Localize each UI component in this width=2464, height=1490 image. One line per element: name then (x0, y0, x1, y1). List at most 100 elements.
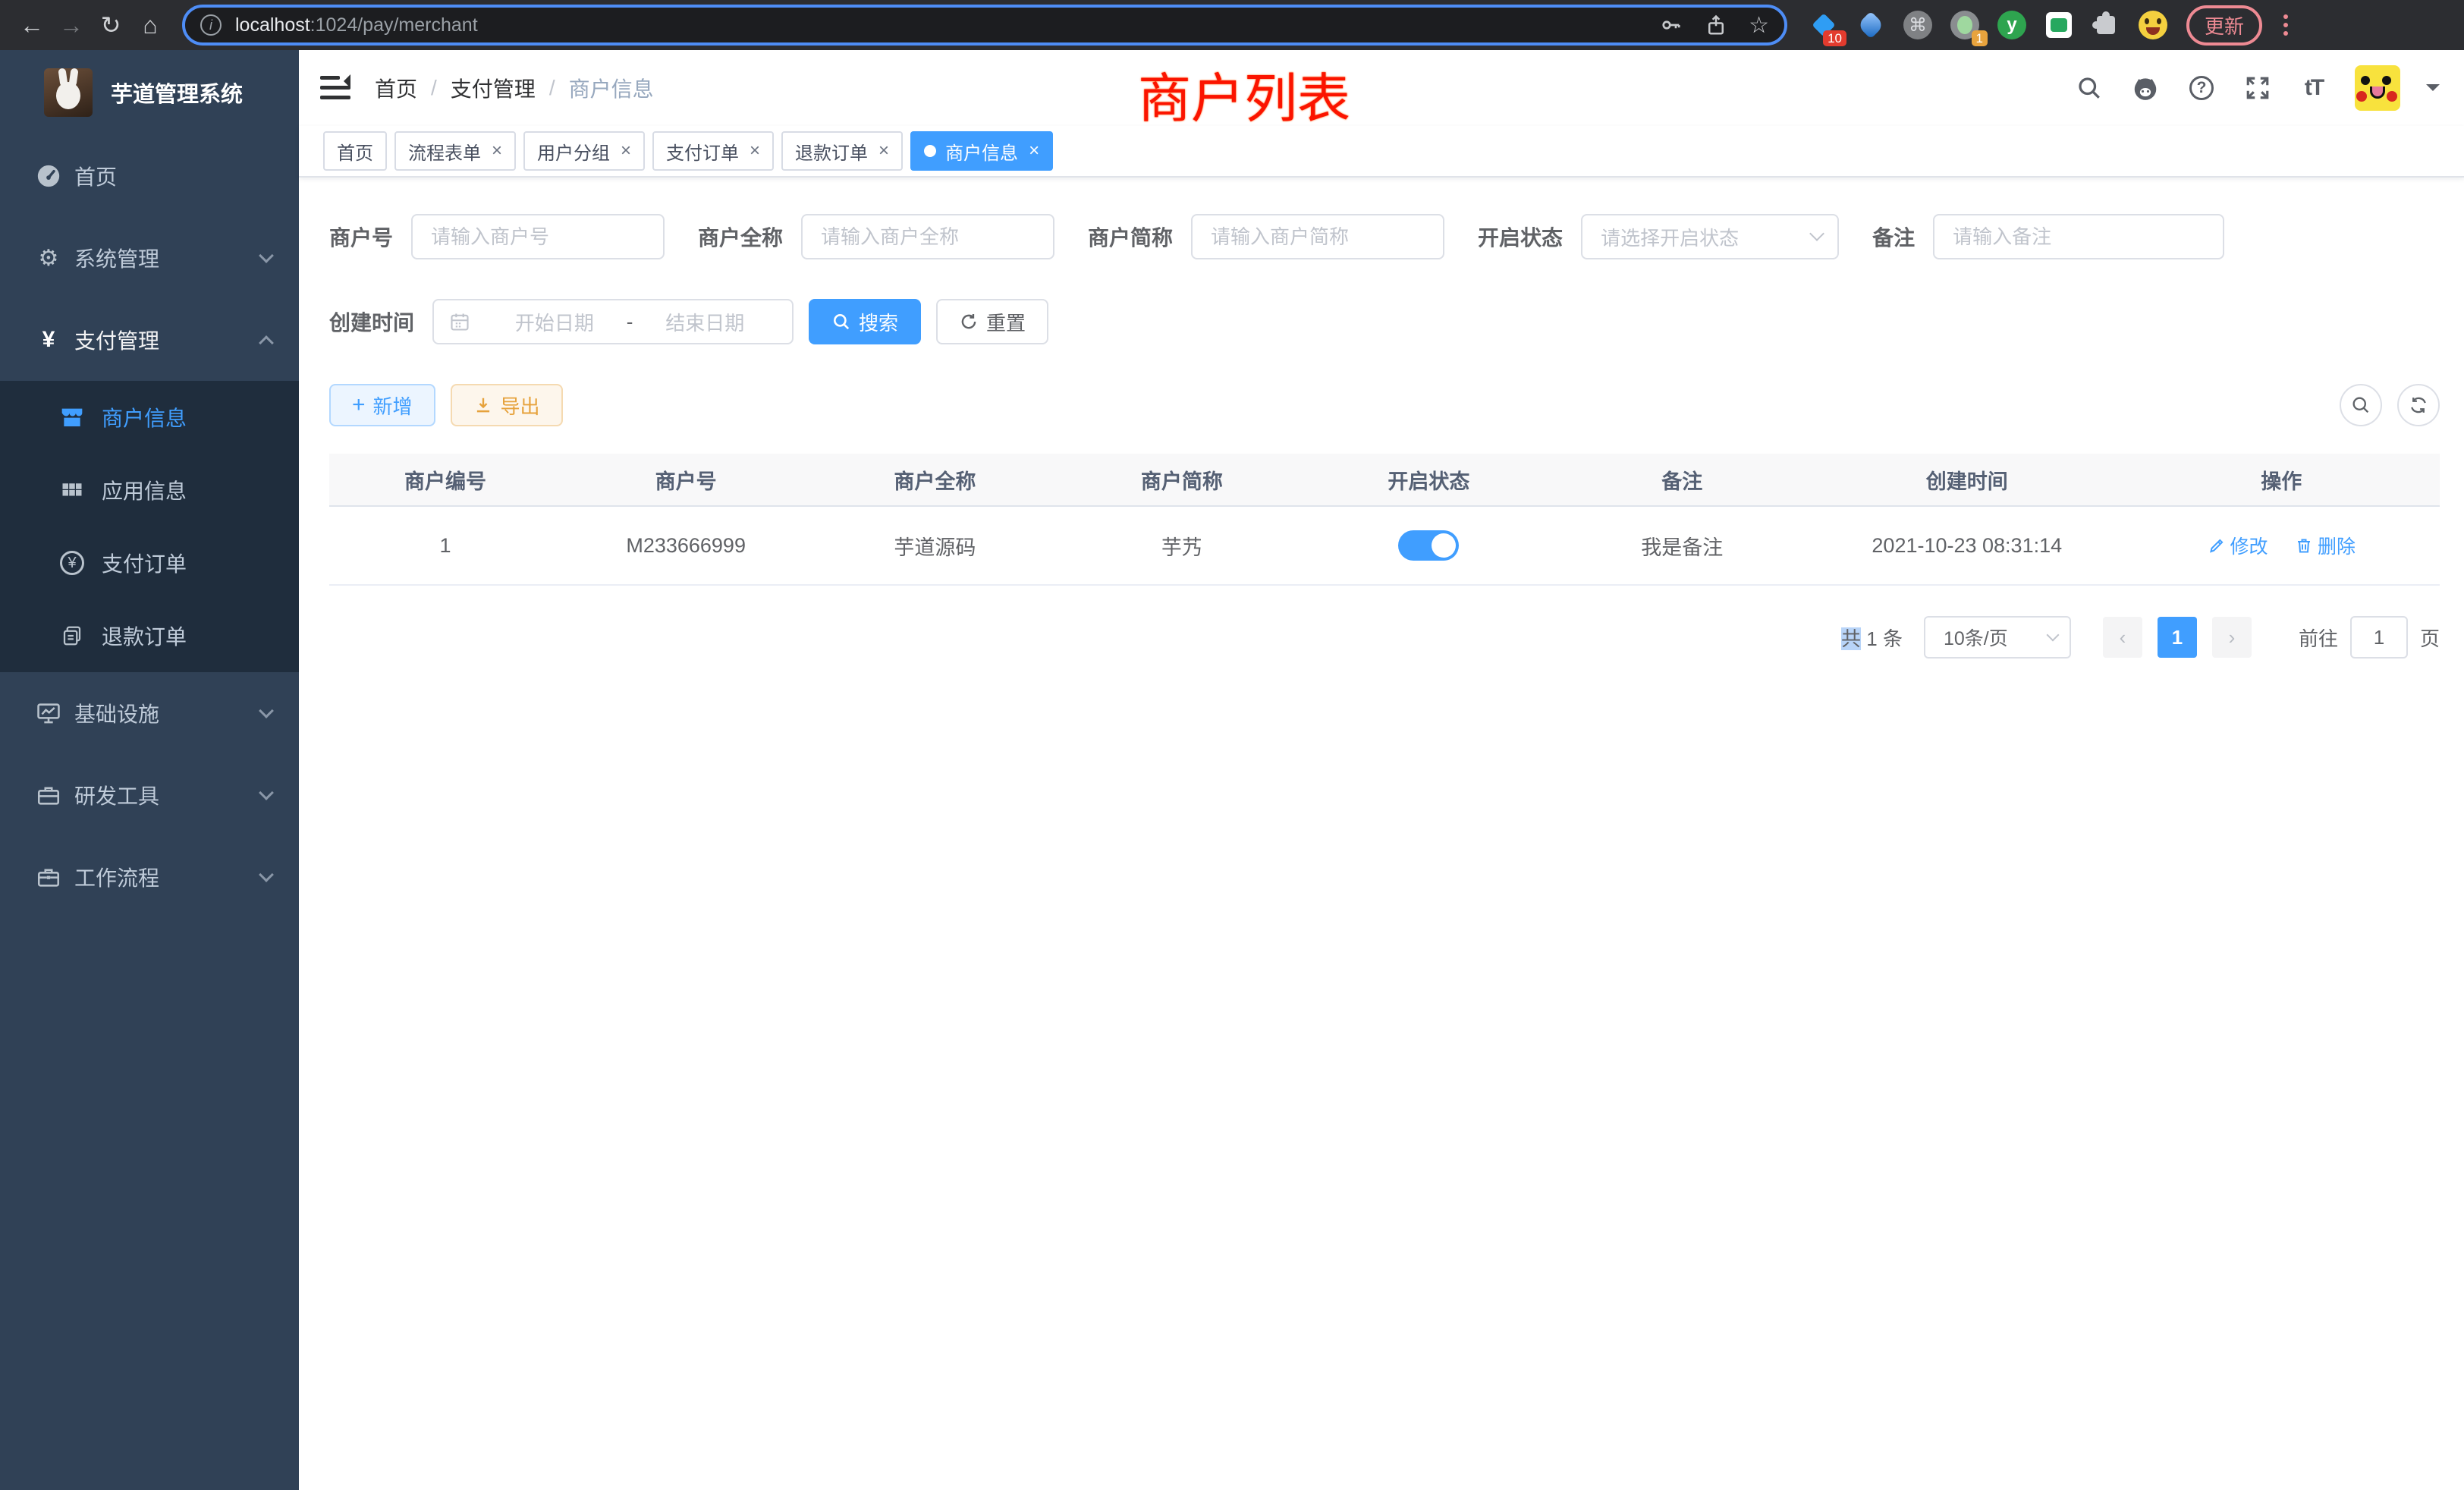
extension-blob-icon[interactable]: 1 (1950, 10, 1980, 40)
create-time-range-picker[interactable]: 开始日期 - 结束日期 (432, 299, 794, 344)
help-icon[interactable]: ? (2186, 73, 2217, 103)
edit-link[interactable]: 修改 (2208, 532, 2268, 559)
tab-home[interactable]: 首页 (323, 131, 387, 171)
user-avatar[interactable] (2355, 65, 2400, 111)
total-suffix: 条 (1883, 627, 1903, 650)
search-icon (2350, 395, 2371, 416)
next-page-button[interactable]: › (2212, 617, 2252, 658)
full-name-input[interactable] (801, 214, 1054, 259)
password-key-icon[interactable] (1659, 13, 1683, 37)
chevron-down-icon (259, 867, 274, 882)
sidebar-item-home[interactable]: 首页 (0, 135, 299, 217)
sidebar-item-merchant-info[interactable]: 商户信息 (0, 381, 299, 454)
reload-icon[interactable]: ↻ (91, 5, 130, 45)
status-toggle-on[interactable] (1398, 530, 1459, 561)
button-label: 重置 (986, 308, 1026, 336)
column-header: 商户简称 (1060, 465, 1305, 495)
sidebar-item-pay[interactable]: ¥ 支付管理 (0, 299, 299, 381)
sidebar-item-label: 商户信息 (102, 402, 187, 432)
close-icon[interactable]: × (621, 140, 631, 162)
profile-avatar-icon[interactable] (2138, 10, 2168, 40)
close-icon[interactable]: × (750, 140, 760, 162)
merchant-no-input[interactable] (411, 214, 665, 259)
short-name-input[interactable] (1191, 214, 1444, 259)
sidebar-item-app-info[interactable]: 应用信息 (0, 454, 299, 527)
button-label: 搜索 (859, 308, 898, 336)
sidebar-item-pay-order[interactable]: ¥ 支付订单 (0, 527, 299, 599)
top-navbar: 首页 / 支付管理 / 商户信息 ? (299, 50, 2464, 126)
table-actions-row: + 新增 导出 (329, 384, 2440, 426)
close-icon[interactable]: × (878, 140, 889, 162)
url-path: :1024/pay/merchant (310, 14, 478, 36)
column-header: 备注 (1554, 465, 1811, 495)
extension-diamond-icon[interactable]: 10 (1809, 10, 1839, 40)
sidebar-item-label: 退款订单 (102, 621, 187, 651)
filter-label: 备注 (1872, 222, 1915, 252)
chrome-update-button[interactable]: 更新 (2186, 5, 2262, 46)
breadcrumb-separator: / (549, 76, 555, 100)
tab-user-group[interactable]: 用户分组× (523, 131, 645, 171)
sidebar-item-system[interactable]: ⚙ 系统管理 (0, 217, 299, 299)
avatar-dropdown-icon[interactable] (2426, 84, 2440, 98)
edit-pencil-icon (2208, 536, 2226, 555)
address-bar[interactable]: i localhost:1024/pay/merchant ☆ (182, 5, 1787, 46)
search-icon (831, 312, 851, 332)
reset-button[interactable]: 重置 (936, 299, 1048, 344)
forward-icon[interactable]: → (52, 5, 91, 45)
column-header: 创建时间 (1811, 465, 2123, 495)
sidebar-item-label: 研发工具 (74, 780, 261, 810)
home-icon[interactable]: ⌂ (130, 5, 170, 45)
sidebar: 芋道管理系统 首页 ⚙ 系统管理 ¥ 支付管理 (0, 50, 299, 1490)
collapse-sidebar-icon[interactable] (320, 76, 350, 100)
search-button[interactable]: 搜索 (809, 299, 921, 344)
extensions-puzzle-icon[interactable] (2091, 10, 2121, 40)
github-icon[interactable] (2130, 73, 2161, 103)
extension-y-icon[interactable]: y (1997, 10, 2027, 40)
export-button[interactable]: 导出 (451, 384, 563, 426)
extension-chat-icon[interactable] (2044, 10, 2074, 40)
goto-page-input[interactable] (2350, 616, 2408, 659)
cell-status (1304, 530, 1553, 561)
browser-menu-icon[interactable] (2277, 8, 2294, 42)
sidebar-item-label: 支付管理 (74, 325, 261, 355)
pay-order-icon: ¥ (59, 551, 85, 575)
remark-input[interactable] (1933, 214, 2224, 259)
header-search-icon[interactable] (2074, 73, 2104, 103)
close-icon[interactable]: × (1029, 140, 1039, 162)
sidebar-item-workflow[interactable]: 工作流程 (0, 836, 299, 918)
extension-command-icon[interactable]: ⌘ (1903, 10, 1933, 40)
sidebar-logo-row[interactable]: 芋道管理系统 (0, 50, 299, 135)
share-icon[interactable] (1705, 13, 1727, 37)
yen-icon: ¥ (35, 328, 62, 351)
font-size-icon[interactable]: tT (2299, 73, 2329, 103)
delete-link[interactable]: 删除 (2295, 532, 2356, 559)
add-button[interactable]: + 新增 (329, 384, 435, 426)
sidebar-item-infra[interactable]: 基础设施 (0, 672, 299, 754)
fullscreen-icon[interactable] (2242, 73, 2273, 103)
filter-label: 开启状态 (1478, 222, 1563, 252)
sidebar-item-devtools[interactable]: 研发工具 (0, 754, 299, 836)
tab-pay-order[interactable]: 支付订单× (652, 131, 774, 171)
column-header: 操作 (2123, 465, 2440, 495)
back-icon[interactable]: ← (12, 5, 52, 45)
refresh-table-button[interactable] (2397, 384, 2440, 426)
close-icon[interactable]: × (492, 140, 502, 162)
page-content: 商户号 商户全称 商户简称 开启状态 请选择开启状态 (299, 178, 2464, 1490)
tab-merchant-info[interactable]: 商户信息× (910, 131, 1053, 171)
page-number-1[interactable]: 1 (2158, 617, 2197, 658)
tab-process-form[interactable]: 流程表单× (394, 131, 516, 171)
page-size-value: 10条/页 (1944, 624, 2008, 651)
status-select[interactable]: 请选择开启状态 (1581, 214, 1839, 259)
prev-page-button[interactable]: ‹ (2103, 617, 2142, 658)
tab-refund-order[interactable]: 退款订单× (781, 131, 903, 171)
screenshot-root: ← → ↻ ⌂ i localhost:1024/pay/merchant ☆ … (0, 0, 2464, 1490)
page-size-select[interactable]: 10条/页 (1924, 616, 2071, 659)
app-logo (44, 68, 93, 117)
sidebar-item-refund-order[interactable]: 退款订单 (0, 599, 299, 672)
extension-gem-icon[interactable] (1856, 10, 1886, 40)
bookmark-star-icon[interactable]: ☆ (1749, 12, 1769, 39)
sidebar-item-label: 系统管理 (74, 243, 261, 273)
breadcrumb-home[interactable]: 首页 (375, 73, 417, 103)
hide-search-button[interactable] (2340, 384, 2382, 426)
site-info-icon[interactable]: i (200, 14, 222, 36)
